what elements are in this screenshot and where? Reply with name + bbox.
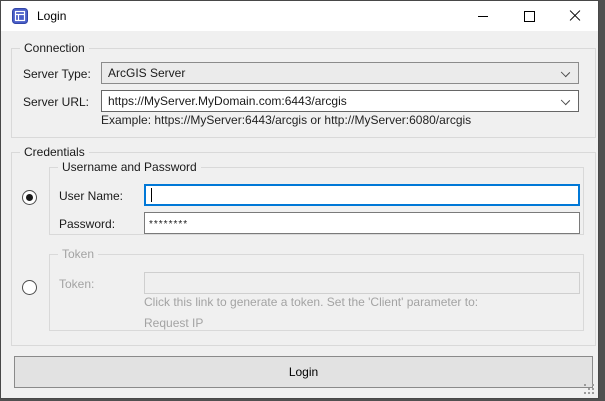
server-url-value: https://MyServer.MyDomain.com:6443/arcgi… xyxy=(108,94,347,108)
close-button[interactable] xyxy=(552,1,598,31)
token-radio[interactable] xyxy=(22,280,37,295)
server-url-label: Server URL: xyxy=(23,95,89,109)
title-bar[interactable]: Login xyxy=(1,1,598,31)
app-window-icon xyxy=(12,8,28,24)
user-name-label: User Name: xyxy=(59,189,123,203)
token-client-param-text: Request IP xyxy=(144,316,203,330)
token-group-legend: Token xyxy=(58,247,98,261)
close-icon xyxy=(569,10,581,22)
window-title: Login xyxy=(37,9,66,23)
password-input[interactable]: ******** xyxy=(144,212,580,234)
server-url-example: Example: https://MyServer:6443/arcgis or… xyxy=(101,113,471,127)
server-url-combobox[interactable]: https://MyServer.MyDomain.com:6443/arcgi… xyxy=(101,90,579,112)
chevron-down-icon xyxy=(561,96,570,105)
server-type-label: Server Type: xyxy=(23,67,91,81)
resize-grip[interactable] xyxy=(584,384,595,395)
credentials-group-legend: Credentials xyxy=(20,145,89,159)
text-caret xyxy=(151,188,152,202)
password-masked-value: ******** xyxy=(149,219,188,230)
connection-group-legend: Connection xyxy=(20,41,89,55)
username-password-radio[interactable] xyxy=(22,190,37,205)
username-password-group-legend: Username and Password xyxy=(58,160,201,174)
maximize-icon xyxy=(524,11,535,22)
login-button-label: Login xyxy=(289,365,318,379)
login-dialog: Login Connection Server Type: ArcGIS Ser… xyxy=(0,0,599,399)
login-button[interactable]: Login xyxy=(14,356,593,388)
minimize-button[interactable] xyxy=(460,1,506,31)
token-hint-text: Click this link to generate a token. Set… xyxy=(144,295,478,309)
maximize-button[interactable] xyxy=(506,1,552,31)
chevron-down-icon xyxy=(561,68,570,77)
server-type-dropdown[interactable]: ArcGIS Server xyxy=(101,62,579,84)
user-name-input[interactable] xyxy=(144,184,580,206)
password-label: Password: xyxy=(59,217,115,231)
token-input xyxy=(144,272,580,294)
minimize-icon xyxy=(478,16,488,17)
server-type-value: ArcGIS Server xyxy=(108,66,185,80)
token-label: Token: xyxy=(59,277,94,291)
